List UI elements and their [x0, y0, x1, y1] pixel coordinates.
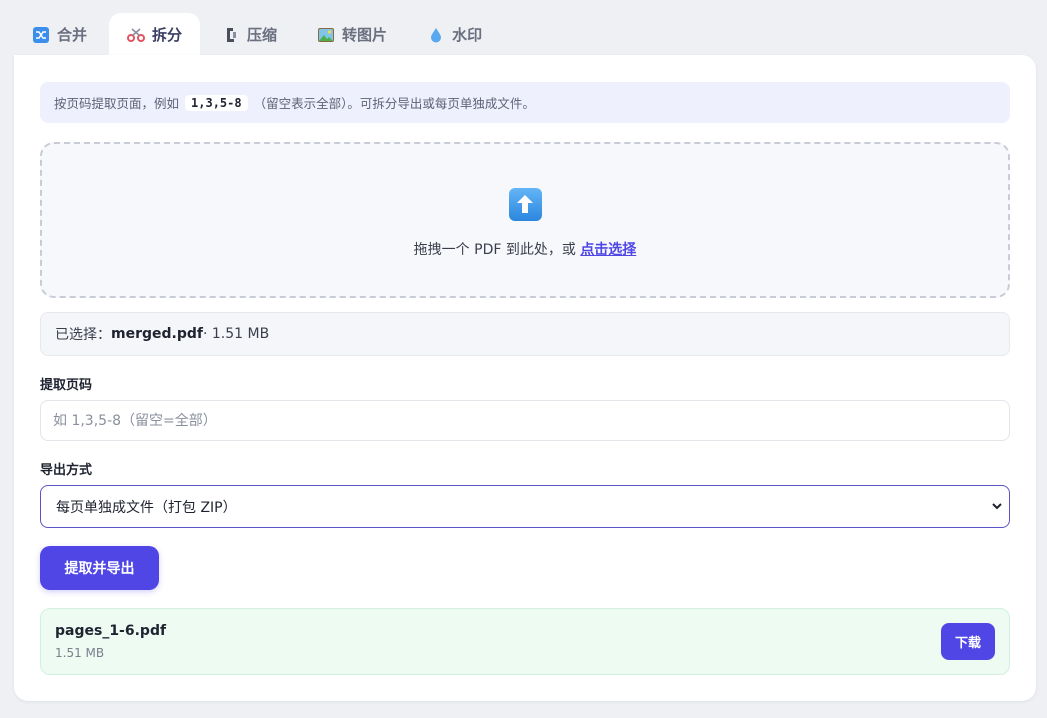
tab-label: 拆分	[152, 26, 183, 44]
tab-label: 压缩	[247, 26, 278, 44]
hint-prefix: 按页码提取页面，例如	[54, 96, 180, 111]
extract-export-button[interactable]: 提取并导出	[40, 546, 159, 590]
tab-merge[interactable]: 合并	[14, 13, 105, 56]
export-mode-label: 导出方式	[40, 463, 93, 478]
selected-prefix: 已选择：	[55, 327, 111, 343]
tab-label: 合并	[57, 26, 88, 44]
instruction-hint: 按页码提取页面，例如 1,3,5-8 （留空表示全部）。可拆分导出或每页单独成文…	[40, 82, 1010, 123]
hint-example-code: 1,3,5-8	[185, 94, 248, 111]
dropzone-prompt: 拖拽一个 PDF 到此处，或	[413, 241, 576, 258]
selected-file-info: 已选择： merged.pdf · 1.51 MB	[40, 312, 1010, 356]
choose-file-link[interactable]: 点击选择	[580, 242, 636, 258]
tab-label: 转图片	[342, 26, 388, 44]
download-button[interactable]: 下载	[941, 623, 995, 660]
upload-arrow-icon	[508, 187, 542, 221]
result-filesize: 1.51 MB	[55, 646, 105, 660]
export-mode-value: 每页单独成文件（打包 ZIP）	[56, 499, 237, 516]
pages-label: 提取页码	[40, 378, 93, 393]
export-mode-select[interactable]: 每页单独成文件（打包 ZIP）	[40, 485, 1010, 528]
tab-compress[interactable]: 压缩	[204, 13, 295, 56]
scissors-icon	[127, 26, 146, 44]
split-panel: 按页码提取页面，例如 1,3,5-8 （留空表示全部）。可拆分导出或每页单独成文…	[14, 55, 1036, 701]
tab-to-image[interactable]: 转图片	[299, 13, 405, 56]
tab-label: 水印	[452, 26, 483, 44]
dropzone-text: 拖拽一个 PDF 到此处，或 点击选择	[414, 239, 637, 259]
clamp-icon	[222, 26, 240, 44]
selected-filename: merged.pdf	[111, 326, 203, 342]
chevron-down-icon	[991, 500, 1003, 516]
picture-icon	[317, 26, 335, 44]
result-file-card: pages_1-6.pdf 1.51 MB 下载	[40, 608, 1010, 675]
result-filename: pages_1-6.pdf	[55, 623, 167, 639]
pages-input[interactable]	[40, 400, 1010, 441]
file-dropzone[interactable]: 拖拽一个 PDF 到此处，或 点击选择	[40, 142, 1010, 298]
tab-watermark[interactable]: 水印	[409, 13, 500, 56]
shuffle-icon	[32, 26, 50, 44]
tab-bar: 合并 拆分 压缩 转图片 水印	[14, 12, 504, 56]
selected-size: · 1.51 MB	[202, 326, 270, 342]
droplet-icon	[427, 26, 445, 44]
tab-split[interactable]: 拆分	[109, 13, 201, 56]
hint-suffix: （留空表示全部）。可拆分导出或每页单独成文件。	[253, 96, 535, 111]
